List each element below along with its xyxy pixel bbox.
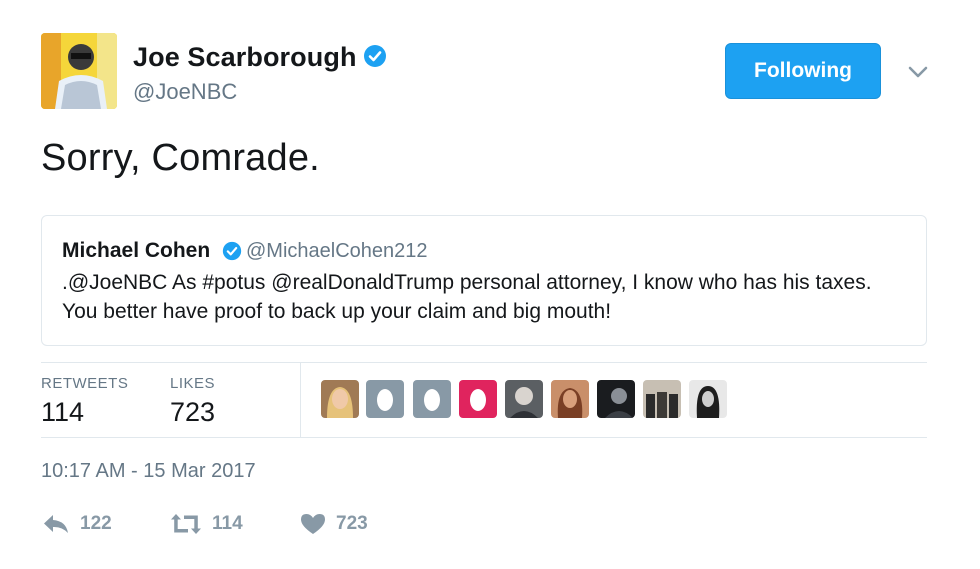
verified-badge-icon (222, 241, 242, 261)
liker-avatar[interactable] (551, 380, 589, 418)
liker-avatar[interactable] (643, 380, 681, 418)
liker-avatar[interactable] (597, 380, 635, 418)
author-handle[interactable]: @JoeNBC (133, 79, 237, 105)
liker-avatar[interactable] (366, 380, 404, 418)
tweet-text: Sorry, Comrade. (41, 137, 320, 179)
default-egg-avatar (459, 380, 497, 418)
liker-avatar-photo (643, 380, 681, 418)
liker-avatar-photo (321, 380, 359, 418)
default-egg-avatar (366, 380, 404, 418)
likes-label[interactable]: LIKES (170, 375, 215, 392)
chevron-down-icon (908, 66, 928, 78)
reply-icon (44, 515, 68, 533)
retweets-label[interactable]: RETWEETS (41, 375, 128, 392)
following-button[interactable]: Following (725, 43, 881, 99)
reply-count: 122 (80, 513, 112, 534)
heart-icon (301, 514, 325, 534)
liker-avatar-photo (597, 380, 635, 418)
reply-button[interactable]: 122 (42, 507, 112, 541)
retweet-button[interactable]: 114 (170, 507, 243, 541)
quoted-author-handle: @MichaelCohen212 (246, 240, 428, 262)
author-name[interactable]: Joe Scarborough (133, 42, 387, 73)
like-button[interactable]: 723 (300, 507, 368, 541)
quoted-tweet[interactable]: Michael Cohen @MichaelCohen212 .@JoeNBC … (41, 215, 927, 346)
quoted-tweet-text: .@JoeNBC As #potus @realDonaldTrump pers… (62, 271, 872, 323)
tweet-timestamp[interactable]: 10:17 AM - 15 Mar 2017 (41, 460, 256, 483)
liker-avatar[interactable] (321, 380, 359, 418)
retweet-icon (171, 514, 201, 534)
profile-photo (41, 33, 117, 109)
stats-separator (300, 363, 301, 437)
like-count: 723 (336, 513, 368, 534)
verified-badge-icon (363, 45, 386, 67)
divider (41, 437, 927, 438)
liker-avatar-photo (505, 380, 543, 418)
liker-avatar[interactable] (505, 380, 543, 418)
more-options-caret[interactable] (903, 57, 933, 87)
liker-avatar[interactable] (689, 380, 727, 418)
default-egg-avatar (413, 380, 451, 418)
liker-avatar-photo (551, 380, 589, 418)
liker-avatar-photo (689, 380, 727, 418)
liker-avatar[interactable] (413, 380, 451, 418)
retweet-count: 114 (212, 513, 243, 534)
author-name-text: Joe Scarborough (133, 42, 357, 72)
divider (41, 362, 927, 363)
author-avatar[interactable] (41, 33, 117, 109)
likes-count[interactable]: 723 (170, 397, 215, 428)
quoted-author-name: Michael Cohen (62, 239, 211, 262)
retweets-count[interactable]: 114 (41, 397, 84, 428)
liker-avatar[interactable] (459, 380, 497, 418)
